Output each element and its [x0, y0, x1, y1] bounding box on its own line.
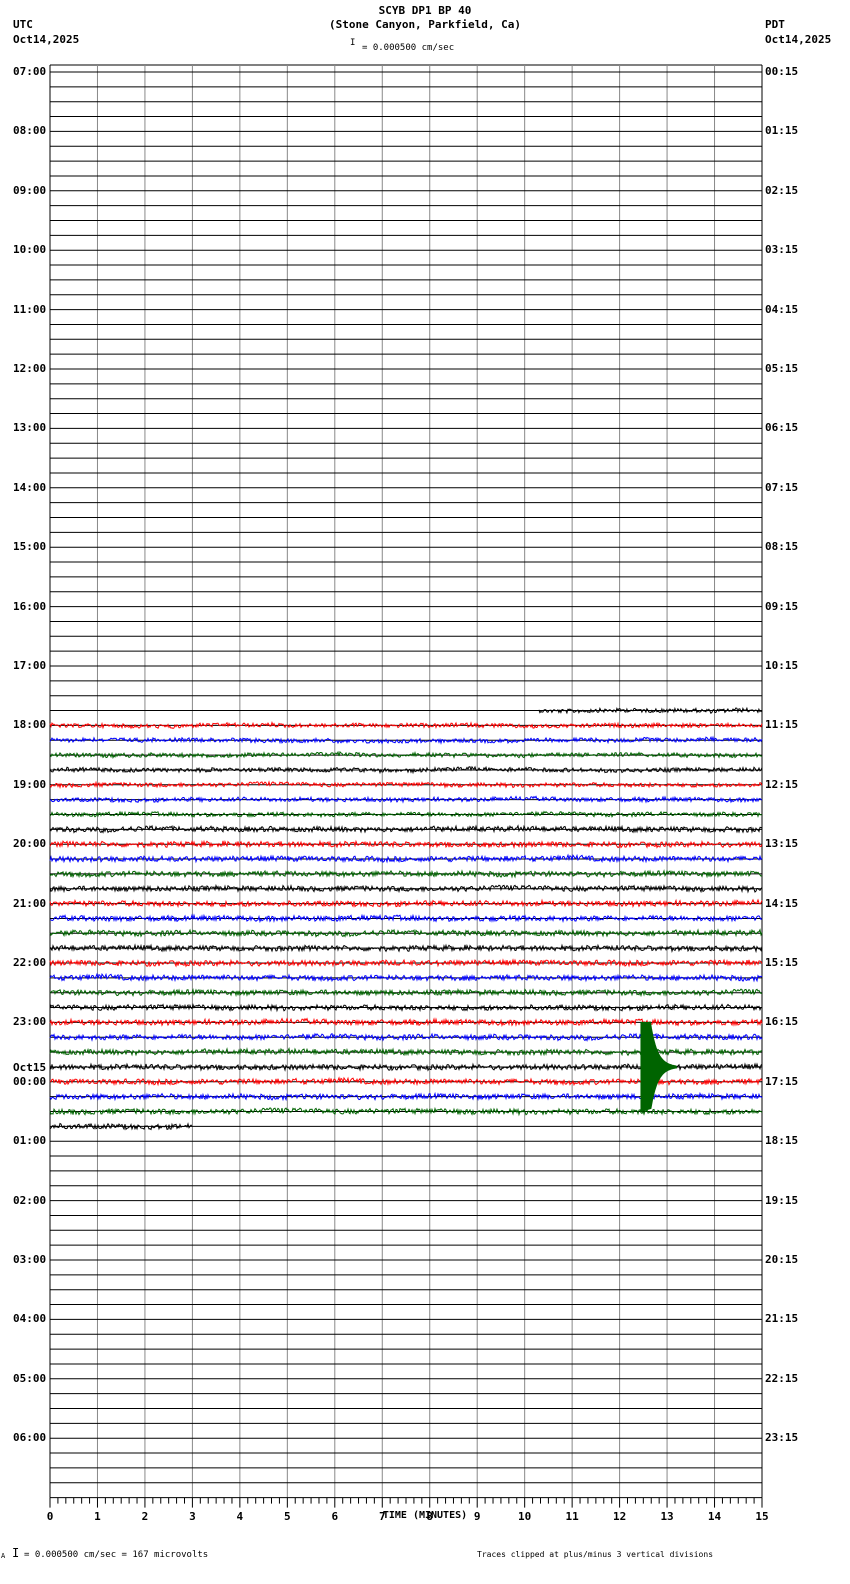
left-hour-label: 12:00	[13, 362, 47, 375]
footer-scale-text: = 0.000500 cm/sec = 167 microvolts	[24, 1550, 209, 1560]
seismic-trace	[49, 824, 763, 834]
right-hour-label: 06:15	[765, 421, 799, 435]
right-hour-label: 18:15	[765, 1134, 799, 1148]
left-hour-label: 07:00	[13, 65, 47, 78]
left-hour-label: 04:00	[13, 1312, 47, 1326]
footer-scale-prefix: A	[1, 1552, 6, 1560]
clip-note: Traces clipped at plus/minus 3 vertical …	[477, 1550, 714, 1559]
left-hour-label: 16:00	[13, 599, 47, 613]
right-hour-label: 09:15	[765, 599, 799, 613]
right-hour-label: 01:15	[765, 124, 799, 138]
helicorder-page: SCYB DP1 BP 40 (Stone Canyon, Parkfield,…	[0, 0, 850, 1584]
right-hour-label: 04:15	[765, 302, 799, 316]
seismic-trace	[49, 958, 763, 968]
right-hour-label: 12:15	[765, 777, 799, 791]
left-hour-label: 22:00	[13, 956, 47, 969]
right-hour-label: 00:15	[765, 65, 799, 78]
right-hour-label: 22:15	[765, 1371, 799, 1385]
right-hour-label: 13:15	[765, 837, 799, 851]
seismogram-plot	[49, 64, 763, 1508]
seismic-trace	[49, 869, 763, 879]
left-hour-label: 23:00	[13, 1015, 47, 1029]
right-hour-label: 23:15	[765, 1431, 799, 1445]
left-hour-label: 17:00	[13, 659, 47, 672]
left-hour-label: 00:00	[13, 1074, 47, 1088]
left-date-change-label: Oct15	[13, 1060, 47, 1074]
left-hour-label: 01:00	[13, 1134, 47, 1148]
seismic-trace	[49, 765, 763, 775]
right-hour-label: 16:15	[765, 1015, 799, 1029]
right-hour-label: 10:15	[765, 659, 799, 672]
right-hour-label: 05:15	[765, 362, 799, 375]
right-hour-label: 07:15	[765, 480, 799, 494]
left-hour-label: 09:00	[13, 183, 47, 197]
right-hour-label: 08:15	[765, 540, 799, 554]
right-hour-label: 19:15	[765, 1193, 799, 1207]
left-hour-label: 19:00	[13, 777, 47, 791]
footer-scale-bar-icon: I	[12, 1546, 20, 1560]
left-hour-label: 08:00	[13, 124, 47, 138]
left-hour-label: 14:00	[13, 480, 47, 494]
left-hour-label: 18:00	[13, 718, 47, 732]
right-hour-label: 17:15	[765, 1074, 799, 1088]
right-hour-label: 11:15	[765, 718, 799, 732]
left-hour-label: 06:00	[13, 1431, 47, 1445]
left-hour-label: 11:00	[13, 302, 47, 316]
left-hour-label: 13:00	[13, 421, 47, 435]
left-hour-label: 20:00	[13, 837, 47, 851]
seismic-trace	[49, 1002, 763, 1013]
right-hour-label: 21:15	[765, 1312, 799, 1326]
right-hour-label: 14:15	[765, 896, 799, 910]
left-hour-label: 03:00	[13, 1253, 47, 1266]
right-hour-label: 02:15	[765, 183, 799, 197]
right-hour-label: 20:15	[765, 1253, 799, 1266]
left-hour-label: 15:00	[13, 540, 47, 554]
left-hour-label: 05:00	[13, 1371, 47, 1385]
left-hour-label: 21:00	[13, 896, 47, 910]
left-hour-label: 02:00	[13, 1193, 47, 1207]
right-hour-label: 15:15	[765, 956, 799, 969]
right-hour-label: 03:15	[765, 243, 799, 257]
left-hour-label: 10:00	[13, 243, 47, 257]
x-axis-label: TIME (MINUTES)	[382, 1510, 468, 1521]
